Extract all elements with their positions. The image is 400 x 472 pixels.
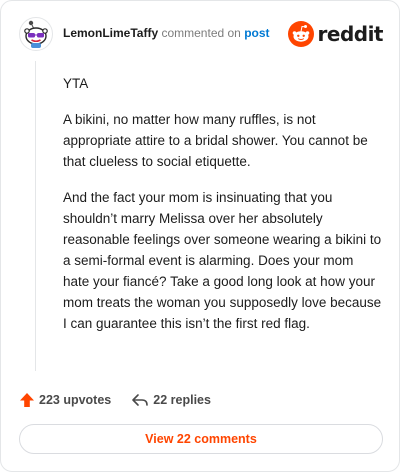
upvote-arrow-icon [20,393,34,407]
replies-button[interactable]: 22 replies [131,392,211,408]
comment-stats: 223 upvotes 22 replies [19,389,211,411]
thread-line [35,61,36,371]
comment-card: LemonLimeTaffy commented on post reddit … [0,0,400,472]
reply-count: 22 replies [153,393,211,407]
reply-arrow-icon [132,394,149,406]
reddit-snoo-icon [287,21,314,47]
reddit-logo[interactable]: reddit [287,20,384,48]
post-link[interactable]: post [244,26,269,40]
reddit-wordmark: reddit [317,22,384,46]
upvote-button[interactable]: 223 upvotes [19,392,111,408]
comment-paragraph: And the fact your mom is insinuating tha… [63,190,382,331]
comment-paragraph: YTA [63,76,89,91]
upvote-count: 223 upvotes [39,393,112,407]
author-line: LemonLimeTaffy commented on post [63,25,270,41]
view-comments-button[interactable]: View 22 comments [19,424,383,454]
snoo-avatar-icon [19,17,53,51]
comment-header: LemonLimeTaffy commented on post reddit [19,17,384,53]
comment-paragraph: A bikini, no matter how many ruffles, is… [63,112,368,169]
avatar[interactable] [19,17,53,51]
author-name[interactable]: LemonLimeTaffy [63,26,158,40]
commented-on-text: commented on [161,26,241,40]
comment-body: YTA A bikini, no matter how many ruffles… [63,73,383,349]
